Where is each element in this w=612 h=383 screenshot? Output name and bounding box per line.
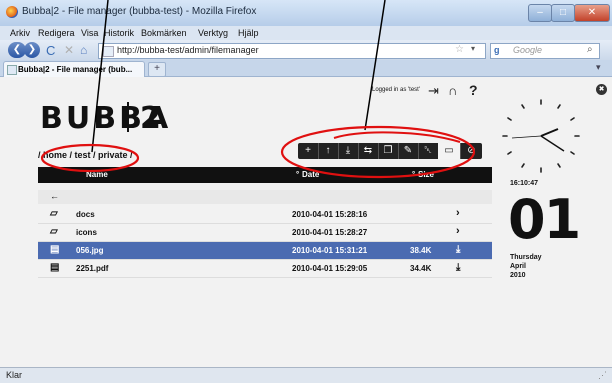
reload-button[interactable]: C xyxy=(46,43,55,58)
table-header: Name ° Date ° Size xyxy=(38,167,492,183)
site-favicon-icon xyxy=(103,46,114,57)
calendar-weekday: Thursday xyxy=(510,254,542,261)
support-icon[interactable]: ∩ xyxy=(448,83,457,98)
file-toolbar: + ↑ ⤓ ⇆ ❐ ✎ ␡ ▭ ⊘ xyxy=(298,143,482,159)
logo-divider xyxy=(127,102,129,132)
sort-marker-date: ° xyxy=(296,170,300,179)
search-icon[interactable]: ⌕ xyxy=(587,44,593,55)
table-row[interactable]: ▱ icons 2010-04-01 15:28:27 › xyxy=(38,224,492,242)
file-size: 38.4K xyxy=(410,246,432,255)
menu-historik[interactable]: Historik xyxy=(104,28,134,38)
menu-redigera[interactable]: Redigera xyxy=(38,28,75,38)
upload-button[interactable]: ↑ xyxy=(318,143,339,159)
rename-button[interactable]: ✎ xyxy=(398,143,419,159)
bubba-logo-number: 2 xyxy=(140,101,161,136)
delete-button[interactable]: ␡ xyxy=(418,143,439,159)
menu-arkiv[interactable]: Arkiv xyxy=(10,28,30,38)
window-title: Bubba|2 - File manager (bubba-test) - Mo… xyxy=(22,6,257,17)
file-name[interactable]: docs xyxy=(76,210,95,219)
status-text: Klar xyxy=(6,370,23,380)
stop-button[interactable]: ✕ xyxy=(64,43,74,57)
table-row[interactable]: ▱ docs 2010-04-01 15:28:16 › xyxy=(38,206,492,224)
file-date: 2010-04-01 15:29:05 xyxy=(292,264,368,273)
download-button[interactable]: ⤓ xyxy=(338,143,359,159)
clock-time: 16:10:47 xyxy=(510,180,539,187)
sort-marker-size: ° xyxy=(412,170,416,179)
table-row[interactable]: ▤ 2251.pdf 2010-04-01 15:29:05 34.4K ⤓ xyxy=(38,260,492,278)
menu-verktyg[interactable]: Verktyg xyxy=(198,28,228,38)
breadcrumb[interactable]: / home / test / private / xyxy=(38,150,133,160)
file-icon: ▤ xyxy=(50,244,60,255)
file-date: 2010-04-01 15:31:21 xyxy=(292,246,368,255)
calendar-year: 2010 xyxy=(510,272,526,279)
file-name[interactable]: 2251.pdf xyxy=(76,264,108,273)
tab-list-icon[interactable]: ▾ xyxy=(596,62,601,73)
copy-button[interactable]: ❐ xyxy=(378,143,399,159)
url-history-dropdown-icon[interactable]: ▾ xyxy=(471,44,475,53)
logout-icon[interactable]: ⇥ xyxy=(428,83,439,99)
open-folder-icon[interactable]: › xyxy=(456,207,460,219)
folder-icon: ▱ xyxy=(50,226,58,237)
close-window-button[interactable]: ✕ xyxy=(574,4,610,22)
google-engine-icon[interactable]: g xyxy=(494,45,504,55)
clock-hour-hand xyxy=(540,128,559,137)
permissions-button[interactable]: ⊘ xyxy=(461,143,482,159)
menu-bokmarken[interactable]: Bokmärken xyxy=(141,28,187,38)
address-url[interactable]: http://bubba-test/admin/filemanager xyxy=(117,45,259,55)
menu-visa[interactable]: Visa xyxy=(81,28,98,38)
parent-directory-row[interactable]: ← xyxy=(38,190,492,204)
column-name-header[interactable]: Name xyxy=(86,170,108,179)
tab-label: Bubba|2 - File manager (bub... xyxy=(18,65,133,74)
analog-clock xyxy=(502,99,580,173)
open-folder-icon[interactable]: › xyxy=(456,225,460,237)
bookmark-star-icon[interactable]: ☆ xyxy=(455,44,464,55)
menu-bar: Arkiv Redigera Visa Historik Bokmärken V… xyxy=(0,26,612,40)
navigation-toolbar: ❮ ❯ C ✕ ⌂ http://bubba-test/admin/filema… xyxy=(0,40,612,60)
new-tab-button[interactable]: + xyxy=(148,62,166,77)
folder-icon: ▱ xyxy=(50,208,58,219)
file-name[interactable]: icons xyxy=(76,228,97,237)
menu-hjalp[interactable]: Hjälp xyxy=(238,28,259,38)
clock-second-hand xyxy=(511,135,542,139)
tab-favicon-icon xyxy=(7,65,17,75)
up-arrow-icon[interactable]: ← xyxy=(50,191,59,201)
logged-in-label: Logged in as 'test' xyxy=(372,87,420,93)
help-icon[interactable]: ? xyxy=(469,82,478,98)
file-size: 34.4K xyxy=(410,264,432,273)
paste-button[interactable]: ▭ xyxy=(438,143,461,159)
clock-minute-hand xyxy=(540,135,565,152)
close-panel-icon[interactable]: ✖ xyxy=(596,84,607,95)
column-size-header[interactable]: Size xyxy=(418,170,434,179)
file-icon: ▤ xyxy=(50,262,60,273)
file-date: 2010-04-01 15:28:27 xyxy=(292,228,368,237)
column-date-header[interactable]: Date xyxy=(302,170,319,179)
table-row-selected[interactable]: ▤ 056.jpg 2010-04-01 15:31:21 38.4K ⤓ xyxy=(38,242,492,260)
maximize-button[interactable]: □ xyxy=(551,4,575,22)
tab-file-manager[interactable]: Bubba|2 - File manager (bub... xyxy=(3,61,145,77)
firefox-icon xyxy=(6,6,18,18)
minimize-button[interactable]: – xyxy=(528,4,552,22)
home-button[interactable]: ⌂ xyxy=(80,43,87,57)
status-bar: Klar ⋰ xyxy=(0,367,612,383)
download-file-icon[interactable]: ⤓ xyxy=(456,262,460,273)
window-title-bar[interactable]: Bubba|2 - File manager (bubba-test) - Mo… xyxy=(0,0,612,27)
forward-button[interactable]: ❯ xyxy=(24,42,40,58)
file-date: 2010-04-01 15:28:16 xyxy=(292,210,368,219)
calendar-month: April xyxy=(510,263,526,270)
new-folder-button[interactable]: + xyxy=(298,143,319,159)
download-file-icon[interactable]: ⤓ xyxy=(456,244,460,255)
calendar-day: 01 xyxy=(508,188,581,251)
address-bar[interactable]: http://bubba-test/admin/filemanager ☆ ▾ xyxy=(98,43,486,59)
move-button[interactable]: ⇆ xyxy=(358,143,379,159)
resize-grip-icon[interactable]: ⋰ xyxy=(598,370,607,381)
search-placeholder: Google xyxy=(513,45,543,55)
search-input[interactable]: g Google ⌕ xyxy=(490,43,600,59)
file-name[interactable]: 056.jpg xyxy=(76,246,104,255)
tab-bar: Bubba|2 - File manager (bub... + ▾ xyxy=(0,60,612,77)
